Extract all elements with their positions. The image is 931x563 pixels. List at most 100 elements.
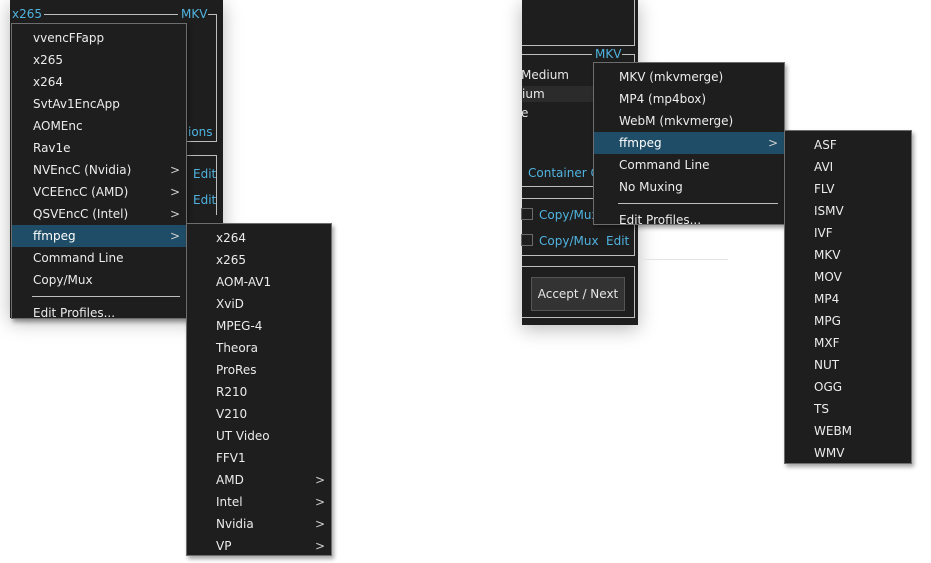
submenu-item-aom-av1[interactable]: AOM-AV1	[187, 271, 331, 293]
submenu-item-theora[interactable]: Theora	[187, 337, 331, 359]
menu-item-edit-profiles[interactable]: Edit Profiles...	[594, 209, 784, 231]
menu-item-label: vvencFFapp	[33, 31, 105, 45]
format-item-mpg[interactable]: MPG	[785, 310, 911, 332]
menu-item-label: MPEG-4	[216, 319, 263, 333]
menu-item-label: UT Video	[216, 429, 270, 443]
menu-item-ffmpeg[interactable]: ffmpeg >	[594, 132, 784, 154]
menu-item-label: AOM-AV1	[216, 275, 272, 289]
menu-item-ffmpeg[interactable]: ffmpeg >	[12, 225, 186, 247]
chevron-right-icon: >	[169, 163, 180, 177]
menu-item-label: QSVEncC (Intel)	[33, 207, 129, 221]
group-line	[44, 14, 178, 15]
format-item-nut[interactable]: NUT	[785, 354, 911, 376]
menu-item-label: WebM (mkvmerge)	[619, 114, 734, 128]
menu-item-vvencffapp[interactable]: vvencFFapp	[12, 27, 186, 49]
menu-item-mp4-mp4box[interactable]: MP4 (mp4box)	[594, 88, 784, 110]
options-link[interactable]: ions	[188, 124, 213, 140]
submenu-item-mpeg4[interactable]: MPEG-4	[187, 315, 331, 337]
format-item-mov[interactable]: MOV	[785, 266, 911, 288]
format-item-mp4[interactable]: MP4	[785, 288, 911, 310]
menu-item-label: Theora	[216, 341, 258, 355]
menu-item-label: x264	[33, 75, 64, 89]
edit-link[interactable]: Edit	[606, 233, 629, 249]
ffmpeg-format-submenu: ASF AVI FLV ISMV IVF MKV MOV MP4 MPG MXF…	[784, 130, 912, 464]
menu-item-label: WEBM	[814, 424, 853, 438]
menu-item-label: Rav1e	[33, 141, 71, 155]
preset-value-text: e	[521, 106, 529, 120]
chevron-right-icon: >	[169, 229, 180, 243]
menu-item-qsvencc[interactable]: QSVEncC (Intel) >	[12, 203, 186, 225]
chevron-right-icon: >	[314, 473, 325, 487]
submenu-item-ut-video[interactable]: UT Video	[187, 425, 331, 447]
menu-separator	[618, 203, 778, 204]
submenu-item-prores[interactable]: ProRes	[187, 359, 331, 381]
copymux-checkbox[interactable]	[521, 208, 533, 220]
format-item-ismv[interactable]: ISMV	[785, 200, 911, 222]
menu-item-label: Edit Profiles...	[619, 213, 702, 227]
menu-item-label: Command Line	[33, 251, 124, 265]
submenu-item-x264[interactable]: x264	[187, 227, 331, 249]
menu-item-command-line[interactable]: Command Line	[12, 247, 186, 269]
menu-item-edit-profiles[interactable]: Edit Profiles...	[12, 302, 186, 324]
menu-item-svtav1encapp[interactable]: SvtAv1EncApp	[12, 93, 186, 115]
menu-item-mkv-mkvmerge[interactable]: MKV (mkvmerge)	[594, 66, 784, 88]
menu-item-label: Nvidia	[216, 517, 254, 531]
group-line	[634, 0, 635, 46]
menu-item-command-line[interactable]: Command Line	[594, 154, 784, 176]
menu-item-no-muxing[interactable]: No Muxing	[594, 176, 784, 198]
menu-item-label: AOMEnc	[33, 119, 83, 133]
menu-item-label: MPG	[814, 314, 841, 328]
format-item-webm[interactable]: WEBM	[785, 420, 911, 442]
menu-item-label: MOV	[814, 270, 842, 284]
submenu-item-r210[interactable]: R210	[187, 381, 331, 403]
menu-item-label: ffmpeg	[33, 229, 76, 243]
menu-item-vceencc[interactable]: VCEEncC (AMD) >	[12, 181, 186, 203]
copymux-link[interactable]: Copy/Mux	[539, 233, 599, 249]
submenu-item-nvidia[interactable]: Nvidia >	[187, 513, 331, 535]
format-item-mkv[interactable]: MKV	[785, 244, 911, 266]
edit-link[interactable]: Edit	[193, 192, 216, 208]
menu-item-label: MXF	[814, 336, 840, 350]
submenu-item-ffv1[interactable]: FFV1	[187, 447, 331, 469]
menu-item-copy-mux[interactable]: Copy/Mux	[12, 269, 186, 291]
menu-item-label: SvtAv1EncApp	[33, 97, 120, 111]
menu-item-rav1e[interactable]: Rav1e	[12, 137, 186, 159]
submenu-item-xvid[interactable]: XviD	[187, 293, 331, 315]
menu-item-label: NUT	[814, 358, 840, 372]
menu-item-nvencc[interactable]: NVEncC (Nvidia) >	[12, 159, 186, 181]
accept-next-button[interactable]: Accept / Next	[531, 277, 625, 311]
menu-item-x265[interactable]: x265	[12, 49, 186, 71]
submenu-item-vp[interactable]: VP >	[187, 535, 331, 557]
format-item-ivf[interactable]: IVF	[785, 222, 911, 244]
chevron-right-icon: >	[314, 495, 325, 509]
menu-item-label: VP	[216, 539, 232, 553]
container-options-link[interactable]: Container O	[528, 165, 600, 181]
chevron-right-icon: >	[314, 517, 325, 531]
menu-item-label: VCEEncC (AMD)	[33, 185, 129, 199]
format-item-mxf[interactable]: MXF	[785, 332, 911, 354]
format-item-ts[interactable]: TS	[785, 398, 911, 420]
copymux-link[interactable]: Copy/Mux	[539, 207, 599, 223]
container-group-title: MKV	[595, 47, 622, 61]
menu-item-label: Edit Profiles...	[33, 306, 116, 320]
menu-item-webm-mkvmerge[interactable]: WebM (mkvmerge)	[594, 110, 784, 132]
menu-item-label: FFV1	[216, 451, 246, 465]
menu-item-x264[interactable]: x264	[12, 71, 186, 93]
edit-link[interactable]: Edit	[193, 166, 216, 182]
submenu-item-x265[interactable]: x265	[187, 249, 331, 271]
divider-line	[638, 259, 728, 260]
format-item-flv[interactable]: FLV	[785, 178, 911, 200]
submenu-item-v210[interactable]: V210	[187, 403, 331, 425]
format-item-wmv[interactable]: WMV	[785, 442, 911, 464]
copymux-checkbox[interactable]	[521, 234, 533, 246]
group-line	[522, 317, 635, 318]
format-item-asf[interactable]: ASF	[785, 134, 911, 156]
menu-item-label: Copy/Mux	[33, 273, 93, 287]
submenu-item-amd[interactable]: AMD >	[187, 469, 331, 491]
format-item-avi[interactable]: AVI	[785, 156, 911, 178]
menu-item-aomenc[interactable]: AOMEnc	[12, 115, 186, 137]
format-item-ogg[interactable]: OGG	[785, 376, 911, 398]
menu-item-label: MP4	[814, 292, 840, 306]
menu-item-label: No Muxing	[619, 180, 683, 194]
submenu-item-intel[interactable]: Intel >	[187, 491, 331, 513]
